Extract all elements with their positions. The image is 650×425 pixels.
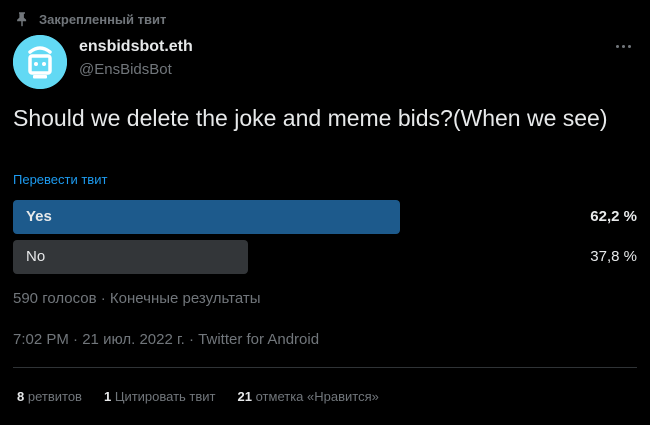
quotes-label: Цитировать твит: [114, 389, 216, 404]
pinned-label: Закрепленный твит: [39, 11, 167, 27]
translate-tweet-link[interactable]: Перевести твит: [13, 172, 107, 187]
poll-option-yes: Yes 62,2 %: [13, 200, 637, 234]
poll-option-label: No: [26, 248, 46, 265]
avatar[interactable]: [13, 35, 67, 89]
author-name[interactable]: ensbidsbot.eth: [79, 38, 193, 56]
quotes-stat[interactable]: 1 Цитировать твит: [104, 389, 216, 404]
retweets-stat[interactable]: 8 ретвитов: [17, 389, 82, 404]
divider: [13, 367, 637, 368]
poll-option-percent: 62,2 %: [590, 208, 637, 225]
tweet-date[interactable]: 21 июл. 2022 г.: [82, 331, 185, 348]
poll-option-label: Yes: [26, 208, 52, 225]
likes-label: отметка «Нравится»: [255, 389, 379, 404]
likes-count: 21: [237, 389, 252, 404]
retweets-count: 8: [17, 389, 25, 404]
robot-logo-icon: [13, 35, 67, 89]
poll-option-no: No 37,8 %: [13, 240, 637, 274]
separator: ·: [188, 331, 199, 348]
poll-bar: [13, 200, 400, 234]
tweet-time[interactable]: 7:02 PM: [13, 331, 69, 348]
tweet-source[interactable]: Twitter for Android: [198, 331, 319, 348]
quotes-count: 1: [103, 389, 112, 404]
more-icon: [615, 44, 619, 48]
pinned-indicator: Закрепленный твит: [13, 9, 166, 29]
separator: ·: [73, 331, 83, 348]
pin-icon: [17, 12, 27, 27]
poll-option-percent: 37,8 %: [590, 248, 637, 265]
tweet-text: Should we delete the joke and meme bids?…: [13, 105, 608, 131]
more-options-button[interactable]: [610, 36, 636, 56]
tweet-meta: 7:02 PM · 21 июл. 2022 г. · Twitter for …: [13, 331, 319, 348]
poll-results-summary: 590 голосов · Конечные результаты: [13, 290, 261, 307]
likes-stat[interactable]: 21 отметка «Нравится»: [238, 389, 379, 404]
author-handle[interactable]: @EnsBidsBot: [79, 61, 172, 78]
poll-bar: [13, 240, 248, 274]
retweets-label: ретвитов: [27, 389, 82, 404]
engagement-stats: 8 ретвитов 1 Цитировать твит 21 отметка …: [17, 389, 379, 404]
